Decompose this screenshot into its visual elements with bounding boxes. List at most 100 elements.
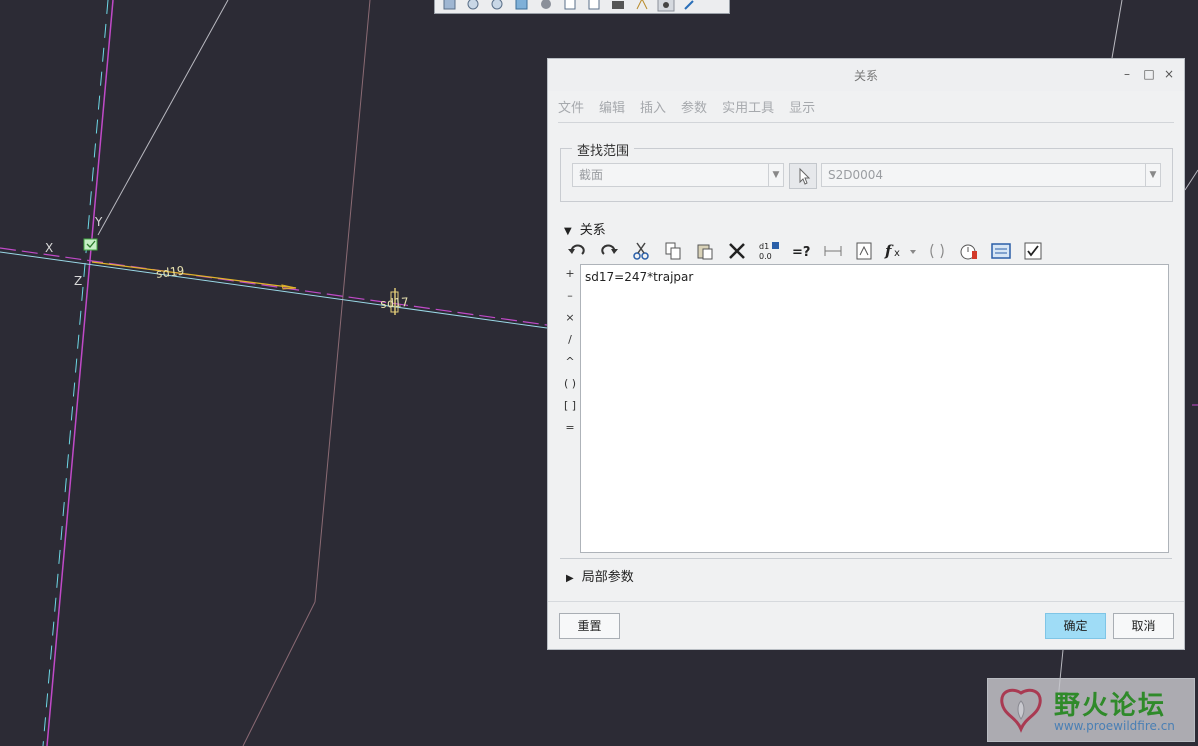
menu-parameters[interactable]: 参数 [681,91,715,119]
menu-utilities[interactable]: 实用工具 [722,91,782,119]
maximize-button[interactable]: □ [1142,67,1156,81]
insert-dimension-button[interactable] [820,240,846,262]
show-value-button[interactable] [1020,240,1046,262]
relations-section-toggle[interactable]: ▼ 关系 [564,219,606,238]
item-dropdown-value: S2D0004 [828,168,884,182]
dialog-menubar: 文件 编辑 插入 参数 实用工具 显示 [548,91,1184,119]
insert-function-button[interactable]: fx [884,240,918,262]
geometry-line [97,0,229,236]
scope-dropdown-value: 截面 [579,168,604,182]
button-bar-separator [548,601,1184,602]
zoom-in-icon[interactable] [465,0,483,13]
section-separator [560,558,1172,559]
verify-icon [960,244,977,260]
operator-parentheses-button[interactable]: ( ) [562,373,578,395]
vertical-axis-line-cyan [42,0,109,746]
chevron-down-icon: ▼ [1145,164,1160,186]
evaluate-icon: =? [792,245,810,259]
redo-button[interactable] [596,240,622,262]
switch-dimensions-icon: d10.0 [759,242,779,261]
paste-icon [697,244,713,260]
relations-section-label: 关系 [579,223,606,238]
ok-button[interactable]: 确定 [1045,613,1106,639]
relations-editor[interactable]: sd17=247*trajpar [580,264,1169,553]
geometry-line [1184,169,1198,191]
copy-icon [665,242,681,260]
paste-button[interactable] [692,240,718,262]
delete-button[interactable] [724,240,750,262]
switch-dimensions-button[interactable]: d1 0.0 [756,240,782,262]
svg-text:x: x [894,248,900,259]
view-manager-icon[interactable] [585,0,603,13]
repaint-icon[interactable] [513,0,531,13]
close-button[interactable]: × [1162,67,1176,81]
redo-icon [601,244,618,255]
menu-show[interactable]: 显示 [789,91,823,119]
sort-icon [991,243,1011,259]
insert-parentheses-button[interactable] [924,240,950,262]
delete-icon [729,243,745,259]
relations-dialog: 关系 – □ × 文件 编辑 插入 参数 实用工具 显示 查找范围 截面 ▼ S… [547,58,1185,650]
insert-parameter-icon [856,242,872,260]
watermark-url: www.proewildfire.cn [1054,719,1175,733]
view-toolbar [434,0,730,14]
camera-icon[interactable] [609,0,627,13]
svg-text:0.0: 0.0 [759,252,772,261]
dimension-label-sd19[interactable]: sd19 [155,264,185,281]
reset-button[interactable]: 重置 [559,613,620,639]
trajectory-line-cyan [0,251,548,329]
undo-icon [568,244,585,255]
operator-multiply-button[interactable]: × [562,307,578,329]
menu-separator [558,122,1174,123]
watermark-title: 野火论坛 [1054,691,1167,721]
zoom-out-icon[interactable] [489,0,507,13]
undo-button[interactable] [564,240,590,262]
scope-dropdown[interactable]: 截面 ▼ [572,163,784,187]
insert-parentheses-icon [930,243,944,259]
svg-text:d1: d1 [759,242,769,251]
geometry-line [1111,0,1123,59]
dimension-label-sd17[interactable]: sd17 [379,295,409,311]
menu-file[interactable]: 文件 [558,91,592,119]
axis-label-x: X [45,241,53,255]
dialog-titlebar[interactable]: 关系 – □ × [548,59,1184,91]
show-value-icon [1024,242,1042,260]
item-dropdown[interactable]: S2D0004 ▼ [821,163,1161,187]
display-style-icon[interactable] [537,0,555,13]
saved-views-icon[interactable] [561,0,579,13]
chevron-down-icon: ▼ [768,164,783,186]
local-params-section-toggle[interactable]: ▶ 局部参数 [566,566,634,585]
cancel-button[interactable]: 取消 [1113,613,1174,639]
csys-marker-icon[interactable] [83,238,98,251]
local-params-label: 局部参数 [581,570,634,585]
geometry-line [242,601,316,746]
cut-button[interactable] [628,240,654,262]
insert-dimension-icon [824,246,842,256]
menu-insert[interactable]: 插入 [640,91,674,119]
operator-minus-button[interactable]: – [562,285,578,307]
insert-parameter-button[interactable] [852,240,878,262]
insert-function-icon: fx [884,242,916,260]
evaluate-button[interactable]: =? [788,240,814,262]
operator-power-button[interactable]: ^ [562,351,578,373]
operator-plus-button[interactable]: + [562,263,578,285]
triangle-right-icon: ▶ [566,573,574,584]
datum-display-icon[interactable] [657,0,675,13]
triangle-down-icon: ▼ [564,226,572,237]
operator-divide-button[interactable]: / [562,329,578,351]
sort-button[interactable] [988,240,1014,262]
annotation-display-icon[interactable] [681,0,699,13]
zoom-refit-icon[interactable] [441,0,459,13]
copy-button[interactable] [660,240,686,262]
operator-equals-button[interactable]: = [562,417,578,439]
operator-column: + – × / ^ ( ) [ ] = [562,263,578,439]
verify-button[interactable] [956,240,982,262]
menu-edit[interactable]: 编辑 [599,91,633,119]
spin-center-icon[interactable] [633,0,651,13]
operator-brackets-button[interactable]: [ ] [562,395,578,417]
select-item-button[interactable] [789,163,817,189]
minimize-button[interactable]: – [1120,67,1134,81]
svg-text:=?: =? [792,245,810,259]
vertical-axis-line [46,0,114,746]
dimension-line [91,261,297,289]
